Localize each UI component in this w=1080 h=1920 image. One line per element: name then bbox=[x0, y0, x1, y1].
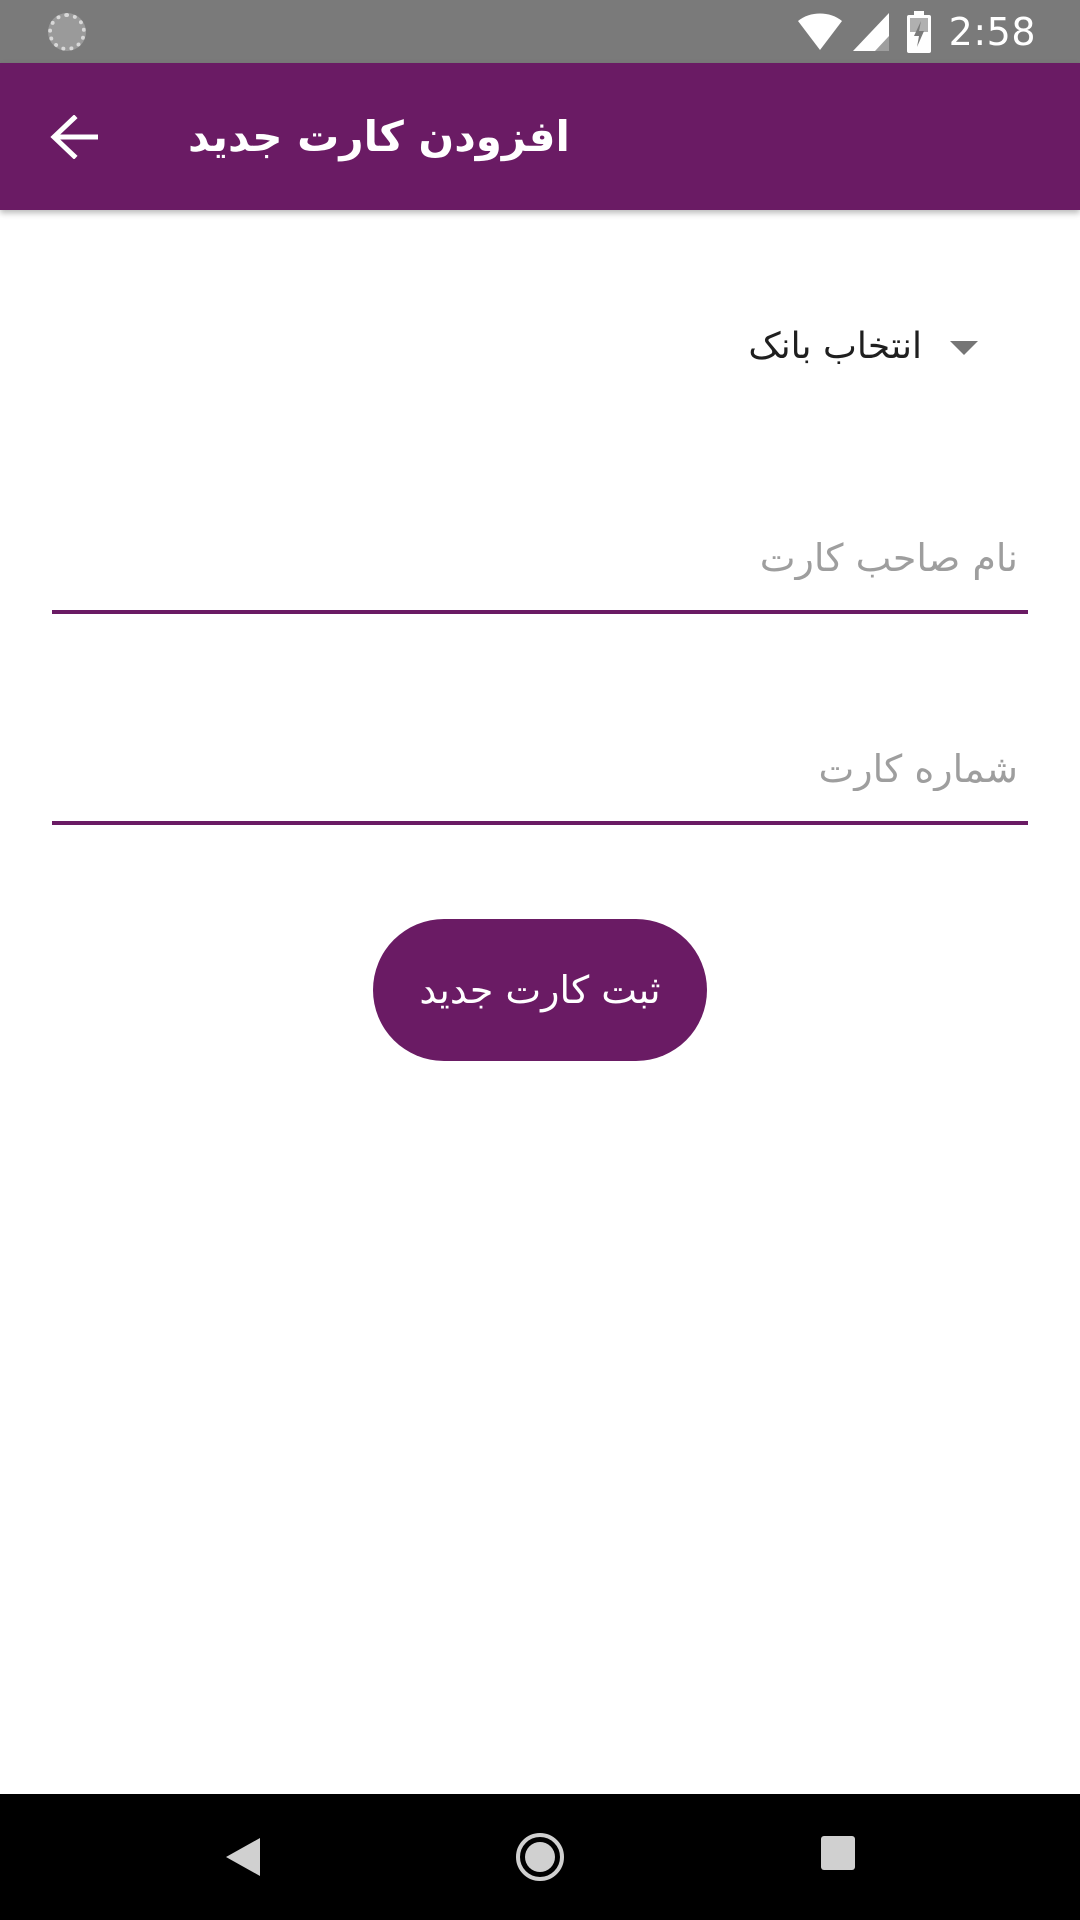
status-time: 2:58 bbox=[948, 9, 1036, 54]
battery-charging-icon bbox=[906, 10, 931, 53]
nav-back-icon[interactable] bbox=[220, 1834, 266, 1880]
signal-icon bbox=[852, 12, 889, 51]
submit-new-card-button[interactable]: ثبت کارت جدید bbox=[373, 919, 707, 1061]
status-icons: 2:58 bbox=[797, 0, 1036, 63]
caret-down-icon bbox=[950, 341, 978, 355]
bank-select[interactable]: انتخاب بانک bbox=[660, 310, 990, 382]
wifi-icon bbox=[797, 13, 842, 50]
card-holder-field-container bbox=[52, 518, 1028, 614]
card-holder-input[interactable] bbox=[52, 518, 1028, 610]
card-number-field-container bbox=[52, 729, 1028, 825]
back-button[interactable] bbox=[40, 103, 108, 171]
bank-select-label: انتخاب بانک bbox=[748, 325, 922, 367]
navigation-bar bbox=[0, 1794, 1080, 1920]
status-bar: 2:58 bbox=[0, 0, 1080, 63]
loading-icon bbox=[48, 13, 86, 51]
screen: 2:58 افزودن کارت جدید انتخاب بانک ثبت کا… bbox=[0, 0, 1080, 1920]
card-number-input[interactable] bbox=[52, 729, 1028, 821]
nav-home-icon[interactable] bbox=[514, 1831, 566, 1883]
page-title: افزودن کارت جدید bbox=[188, 112, 570, 161]
arrow-back-icon bbox=[50, 115, 98, 159]
app-bar: افزودن کارت جدید bbox=[0, 63, 1080, 210]
nav-recents-icon[interactable] bbox=[821, 1836, 855, 1870]
